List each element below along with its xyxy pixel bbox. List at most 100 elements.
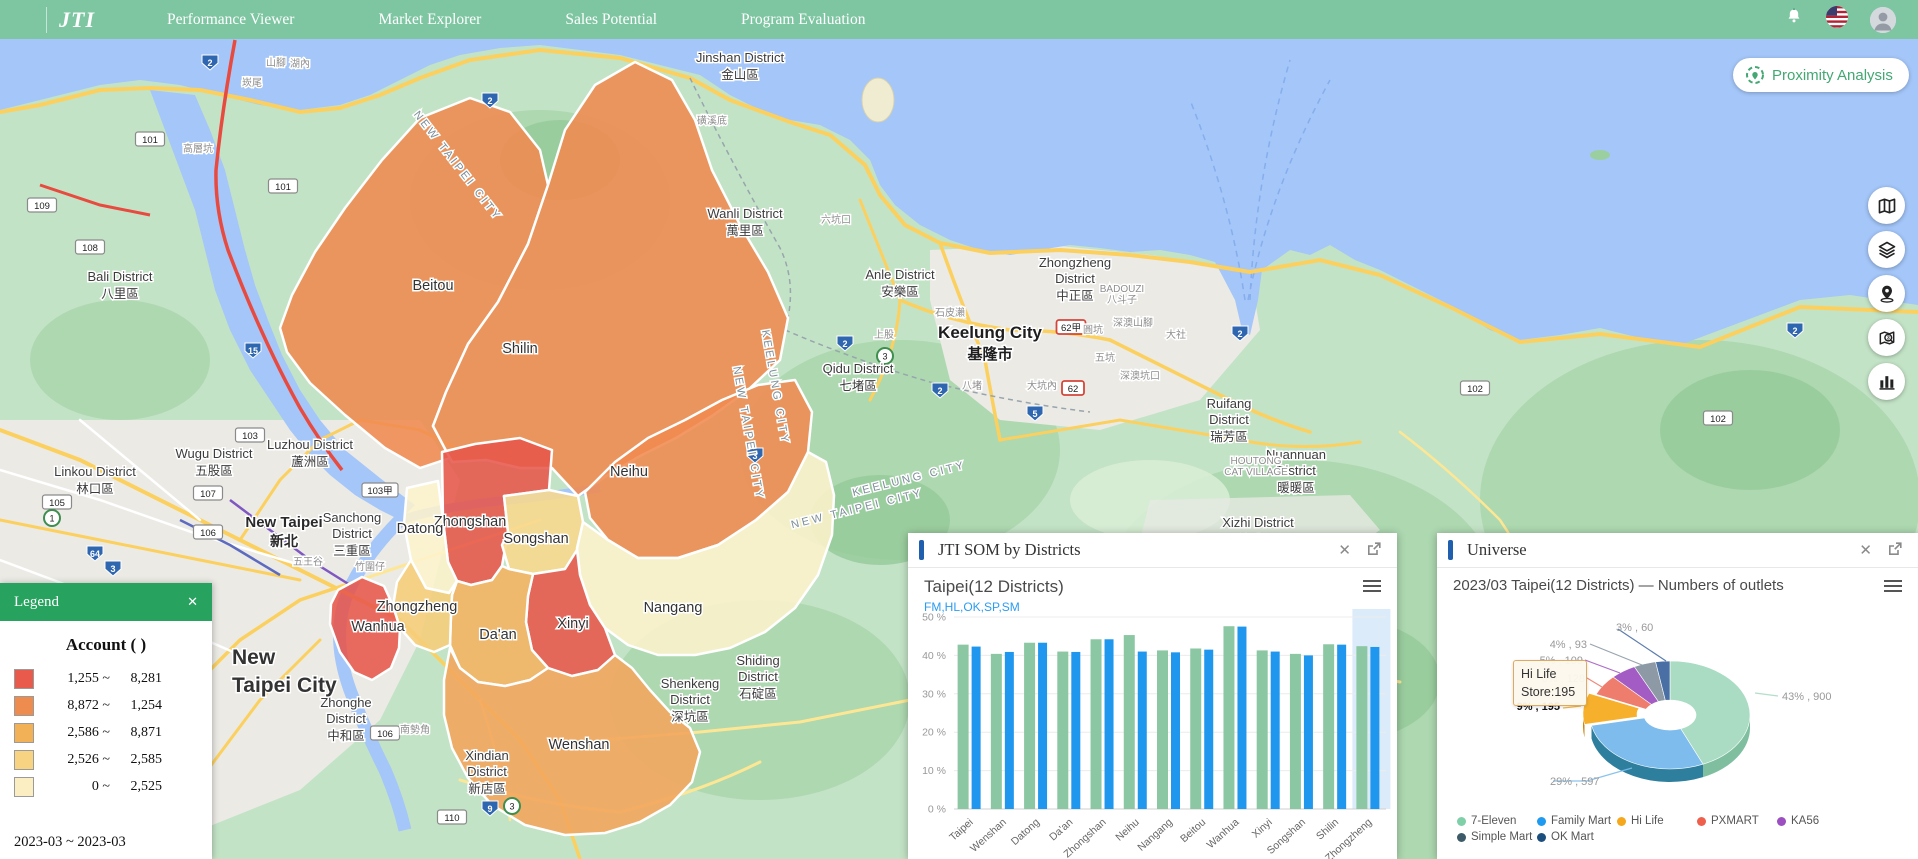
map-label: Shenkeng bbox=[661, 676, 720, 691]
district-label-neihu: Neihu bbox=[610, 464, 648, 480]
x-axis-label: Xinyi bbox=[1250, 816, 1275, 840]
map-label: 五坑 bbox=[1095, 351, 1115, 364]
donut-tooltip: Hi Life Store:195 bbox=[1513, 660, 1587, 706]
universe-close-icon[interactable]: ✕ bbox=[1859, 543, 1872, 558]
map-label: District bbox=[738, 669, 778, 684]
universe-open-in-new-icon[interactable] bbox=[1888, 542, 1902, 559]
legend-range-from: 0 ~ bbox=[34, 779, 110, 795]
jti-logo[interactable]: JTI bbox=[59, 7, 95, 33]
legend-item-hilife[interactable]: Hi Life bbox=[1617, 815, 1697, 827]
bar-green-Wenshan[interactable] bbox=[991, 654, 1002, 809]
bar-green-Nangang[interactable] bbox=[1157, 650, 1168, 809]
proximity-icon bbox=[1745, 65, 1765, 85]
route-shield: 109 bbox=[28, 198, 57, 212]
legend-range-from: 8,872 ~ bbox=[34, 698, 110, 714]
svg-text:3: 3 bbox=[1886, 335, 1889, 341]
bar-blue-Da'an[interactable] bbox=[1071, 652, 1080, 809]
y-axis-tick: 0 % bbox=[928, 804, 946, 816]
bar-blue-Songshan[interactable] bbox=[1304, 655, 1313, 809]
legend-item-familymart[interactable]: Family Mart bbox=[1537, 815, 1617, 827]
route-shield: 110 bbox=[438, 810, 467, 824]
location-pin-button[interactable] bbox=[1868, 275, 1905, 312]
universe-chart-menu-icon[interactable] bbox=[1884, 577, 1902, 595]
map-style-button[interactable] bbox=[1868, 187, 1905, 224]
layers-button[interactable] bbox=[1868, 231, 1905, 268]
nav-item-sales-potential[interactable]: Sales Potential bbox=[565, 11, 657, 29]
chart-tool-button[interactable] bbox=[1868, 363, 1905, 400]
language-flag-us-icon[interactable] bbox=[1826, 6, 1848, 33]
bar-green-Songshan[interactable] bbox=[1290, 654, 1301, 809]
legend-header-title: Legend bbox=[14, 594, 59, 611]
som-bar-chart: 0 %10 %20 %30 %40 %50 %TaipeiWenshanDato… bbox=[908, 609, 1397, 859]
som-open-in-new-icon[interactable] bbox=[1367, 542, 1381, 559]
bar-blue-Wenshan[interactable] bbox=[1005, 652, 1014, 809]
donut-label-leader bbox=[1755, 693, 1778, 696]
svg-text:102: 102 bbox=[1710, 414, 1726, 425]
map-label: 深坑區 bbox=[671, 709, 709, 724]
bar-blue-Shilin[interactable] bbox=[1337, 645, 1346, 809]
bar-green-Taipei[interactable] bbox=[958, 645, 969, 809]
bar-blue-Zhongzheng[interactable] bbox=[1370, 647, 1379, 809]
donut-label-leader bbox=[1585, 660, 1620, 673]
legend-label: Family Mart bbox=[1551, 815, 1611, 827]
donut-label-okmart: 3% , 60 bbox=[1616, 622, 1653, 634]
bar-green-Zhongshan[interactable] bbox=[1091, 639, 1102, 809]
bar-blue-Taipei[interactable] bbox=[972, 647, 981, 809]
proximity-analysis-button[interactable]: Proximity Analysis bbox=[1733, 58, 1909, 92]
svg-text:2: 2 bbox=[1237, 329, 1242, 339]
bar-green-Wanhua[interactable] bbox=[1223, 626, 1234, 809]
legend-close-icon[interactable]: ✕ bbox=[187, 594, 198, 610]
som-close-icon[interactable]: ✕ bbox=[1338, 543, 1351, 558]
bar-green-Datong[interactable] bbox=[1024, 643, 1035, 809]
route-shield: 62 bbox=[1062, 381, 1084, 395]
map-label: 崁尾 bbox=[242, 77, 262, 89]
route-shield: 102 bbox=[1461, 381, 1490, 395]
bar-blue-Wanhua[interactable] bbox=[1237, 627, 1246, 809]
map-label: Wanli District bbox=[707, 206, 783, 221]
bar-green-Da'an[interactable] bbox=[1057, 652, 1068, 809]
map-label: 蘆洲區 bbox=[291, 455, 329, 469]
district-label-wanhua: Wanhua bbox=[351, 619, 405, 635]
bar-blue-Xinyi[interactable] bbox=[1271, 652, 1280, 809]
tooltip-value: Store:195 bbox=[1521, 683, 1579, 701]
bell-icon[interactable] bbox=[1784, 7, 1804, 32]
som-panel: JTI SOM by Districts ✕ Taipei(12 Distric… bbox=[908, 533, 1397, 859]
bar-green-Beitou[interactable] bbox=[1190, 648, 1201, 809]
map-label: 八里區 bbox=[101, 287, 139, 301]
bar-blue-Beitou[interactable] bbox=[1204, 650, 1213, 809]
legend-item-okmart[interactable]: OK Mart bbox=[1537, 831, 1617, 843]
bar-green-Xinyi[interactable] bbox=[1257, 650, 1268, 809]
map-search-button[interactable]: 3 bbox=[1868, 319, 1905, 356]
route-shield: 102 bbox=[1704, 411, 1733, 425]
legend-item-ka56[interactable]: KA56 bbox=[1777, 815, 1857, 827]
svg-text:106: 106 bbox=[200, 528, 216, 539]
map-label: 八堵 bbox=[962, 379, 982, 392]
bar-blue-Zhongshan[interactable] bbox=[1105, 639, 1114, 809]
donut-label-simplemart: 4% , 93 bbox=[1550, 639, 1587, 651]
map-canvas[interactable]: 222222156413359101101105107106103103甲106… bbox=[0, 39, 1918, 859]
bar-blue-Nangang[interactable] bbox=[1171, 652, 1180, 809]
svg-text:3: 3 bbox=[882, 352, 887, 362]
som-chart-menu-icon[interactable] bbox=[1363, 577, 1381, 595]
bar-green-Zhongzheng[interactable] bbox=[1356, 646, 1367, 809]
map-label: Bali District bbox=[87, 269, 152, 284]
bar-green-Neihu[interactable] bbox=[1124, 635, 1135, 809]
route-shield: 106 bbox=[194, 525, 223, 539]
route-shield: 62甲 bbox=[1057, 320, 1086, 334]
map-label: 磺溪底 bbox=[697, 114, 727, 127]
bar-blue-Datong[interactable] bbox=[1038, 643, 1047, 809]
legend-item-pxmart[interactable]: PXMART bbox=[1697, 815, 1777, 827]
bar-green-Shilin[interactable] bbox=[1323, 644, 1334, 809]
proximity-analysis-label: Proximity Analysis bbox=[1772, 67, 1893, 84]
svg-text:62: 62 bbox=[1068, 384, 1079, 395]
nav-item-program-evaluation[interactable]: Program Evaluation bbox=[741, 11, 865, 29]
legend-dot bbox=[1697, 817, 1706, 826]
legend-item-simplemart[interactable]: Simple Mart bbox=[1457, 831, 1537, 843]
user-avatar[interactable] bbox=[1870, 7, 1896, 33]
legend-item-7eleven[interactable]: 7-Eleven bbox=[1457, 815, 1537, 827]
nav-item-market-explorer[interactable]: Market Explorer bbox=[378, 11, 481, 29]
nav-item-performance-viewer[interactable]: Performance Viewer bbox=[167, 11, 294, 29]
bar-blue-Neihu[interactable] bbox=[1138, 652, 1147, 809]
legend-row-4: 0 ~ 2,525 bbox=[0, 773, 212, 800]
y-axis-tick: 20 % bbox=[922, 727, 946, 739]
